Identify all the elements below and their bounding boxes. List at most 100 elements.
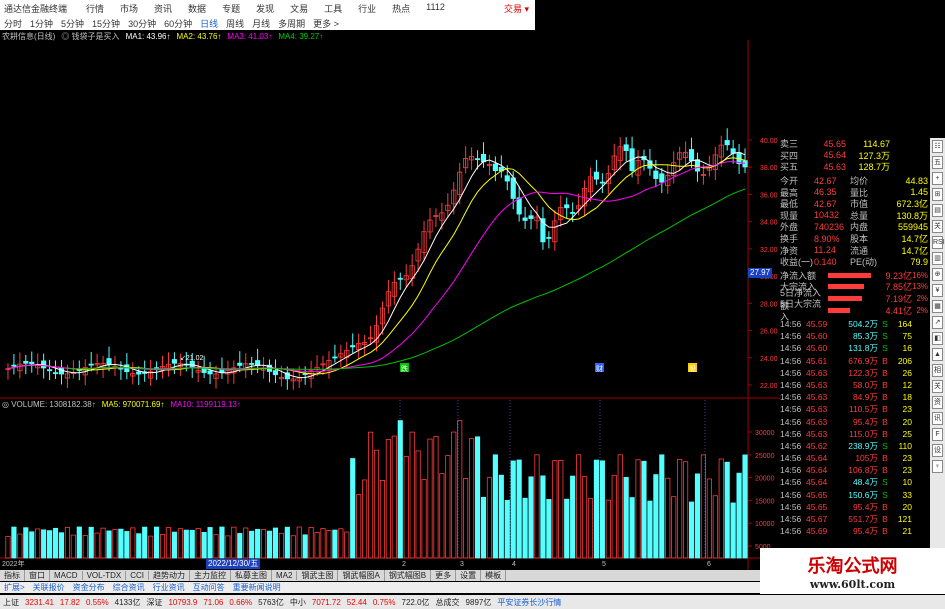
menu-item-0[interactable]: 行情 bbox=[78, 2, 112, 15]
volume-bar bbox=[694, 473, 701, 559]
toolbar-icon[interactable]: + bbox=[932, 172, 943, 185]
tab-12[interactable]: 更多 bbox=[431, 570, 457, 581]
toolbar-icon[interactable]: ¥ bbox=[932, 284, 943, 297]
period-0[interactable]: 分时 bbox=[0, 17, 26, 30]
volume-bar bbox=[421, 479, 427, 559]
toolbar-icon[interactable]: ▥ bbox=[932, 252, 943, 265]
toolbar-icon[interactable]: 相 bbox=[932, 364, 943, 377]
tab-7[interactable]: 私募主图 bbox=[231, 570, 273, 581]
tick-side: B bbox=[882, 501, 888, 512]
tab-8[interactable]: MA2 bbox=[272, 571, 298, 580]
tick-row: 14:56 45.63 58.0万 B 12 bbox=[780, 379, 930, 391]
period-3[interactable]: 15分钟 bbox=[88, 17, 124, 30]
tab-9[interactable]: 钢武主图 bbox=[297, 570, 339, 581]
candle-body bbox=[237, 362, 243, 366]
period-8[interactable]: 月线 bbox=[248, 17, 274, 30]
toolbar-icon[interactable]: 讯 bbox=[932, 412, 943, 425]
toolbar-icon[interactable]: 设 bbox=[932, 444, 943, 457]
title-bar: 通达信金融终端 行情 市场 资讯 数据 专题 发现 文易 工具 行业 热点 1112 交易 ▾ bbox=[0, 0, 535, 16]
toolbar-icon[interactable]: 五 bbox=[932, 156, 943, 169]
period-6[interactable]: 日线 bbox=[196, 17, 222, 30]
tick-price: 45.63 bbox=[806, 367, 828, 378]
status-item: 中小 bbox=[289, 597, 306, 607]
menu-item-10[interactable]: 1112 bbox=[418, 2, 453, 15]
toolbar-icon[interactable]: RSI bbox=[932, 236, 945, 249]
price-tick-label: 22.00 bbox=[760, 383, 778, 390]
subtab-5[interactable]: 互动问答 bbox=[189, 582, 229, 593]
tab-5[interactable]: 趋势动力 bbox=[149, 570, 191, 581]
volume-bar bbox=[712, 495, 718, 559]
toolbar-icon[interactable]: 关 bbox=[932, 380, 943, 393]
tick-side: S bbox=[882, 331, 888, 342]
toolbar-icon[interactable]: ▦ bbox=[932, 300, 943, 313]
volume-bar bbox=[504, 499, 510, 559]
volume-bar bbox=[683, 461, 689, 559]
volume-bar bbox=[266, 530, 273, 559]
subtab-2[interactable]: 资金分布 bbox=[69, 582, 109, 593]
tick-price: 45.59 bbox=[806, 319, 828, 329]
trade-button[interactable]: 交易 ▾ bbox=[504, 2, 535, 15]
menu-item-8[interactable]: 行业 bbox=[350, 2, 384, 15]
tab-11[interactable]: 钢式幅图B bbox=[385, 570, 432, 581]
menu-item-6[interactable]: 文易 bbox=[282, 2, 316, 15]
flow-bar bbox=[828, 307, 880, 313]
kline-chart[interactable]: 40.0038.0036.0034.0032.0030.0028.0026.00… bbox=[0, 40, 780, 570]
toolbar-icon[interactable]: ↗ bbox=[932, 316, 943, 329]
period-9[interactable]: 多周期 bbox=[274, 17, 309, 30]
volume-bar bbox=[94, 532, 100, 559]
volume-bar bbox=[326, 530, 332, 559]
subtab-6[interactable]: 重要新闻说明 bbox=[229, 582, 285, 593]
menu-item-4[interactable]: 专题 bbox=[214, 2, 248, 15]
subtab-1[interactable]: 关联报价 bbox=[29, 582, 69, 593]
toolbar-icon[interactable]: ◧ bbox=[932, 332, 943, 345]
tab-13[interactable]: 设置 bbox=[456, 570, 482, 581]
quote-row: 买五 45.63 128.7万 bbox=[780, 161, 930, 173]
tab-10[interactable]: 钢武幅图A bbox=[338, 570, 385, 581]
stat-value: 42.67 bbox=[814, 198, 837, 209]
period-5[interactable]: 60分钟 bbox=[160, 17, 196, 30]
menu-item-1[interactable]: 市场 bbox=[112, 2, 146, 15]
subtab-3[interactable]: 综合资讯 bbox=[109, 582, 149, 593]
toolbar-icon[interactable]: ♀ bbox=[932, 460, 943, 473]
tab-0[interactable]: 指标 bbox=[0, 570, 25, 581]
volume-bar bbox=[284, 526, 290, 559]
tab-6[interactable]: 主力监控 bbox=[190, 570, 232, 581]
toolbar-icon[interactable]: ⊕ bbox=[932, 268, 943, 281]
tab-14[interactable]: 模板 bbox=[481, 570, 507, 581]
period-2[interactable]: 5分钟 bbox=[57, 17, 88, 30]
tab-1[interactable]: 窗口 bbox=[25, 570, 50, 581]
tick-row: 14:56 45.60 131.8万 S 16 bbox=[780, 342, 930, 354]
tick-count: 20 bbox=[902, 416, 912, 427]
period-7[interactable]: 周线 bbox=[222, 17, 248, 30]
toolbar-icon[interactable]: ⊞ bbox=[932, 188, 943, 201]
tab-3[interactable]: VOL-TDX bbox=[83, 571, 127, 580]
tick-row: 14:56 45.67 551.7万 B 121 bbox=[780, 513, 930, 525]
period-4[interactable]: 30分钟 bbox=[124, 17, 160, 30]
subtab-0[interactable]: 扩展> bbox=[0, 582, 29, 593]
period-10[interactable]: 更多 > bbox=[309, 17, 343, 30]
period-1[interactable]: 1分钟 bbox=[26, 17, 57, 30]
menu-item-3[interactable]: 数据 bbox=[180, 2, 214, 15]
tick-volume: 95.4万 bbox=[852, 501, 878, 512]
price-tick-label: 36.00 bbox=[760, 192, 778, 199]
status-item: 5763亿 bbox=[258, 597, 284, 607]
volume-bar bbox=[70, 534, 76, 559]
toolbar-icon[interactable]: 关 bbox=[932, 220, 943, 233]
menu-item-2[interactable]: 资讯 bbox=[146, 2, 180, 15]
toolbar-icon[interactable]: ▲ bbox=[932, 348, 943, 361]
toolbar-icon[interactable]: ☷ bbox=[932, 140, 943, 153]
candle-body bbox=[724, 140, 730, 146]
subtab-4[interactable]: 行业资讯 bbox=[149, 582, 189, 593]
menu-item-7[interactable]: 工具 bbox=[316, 2, 350, 15]
volume-bar bbox=[457, 420, 463, 559]
toolbar-icon[interactable]: 资 bbox=[932, 396, 943, 409]
toolbar-icon[interactable]: F bbox=[932, 428, 943, 441]
candle-body bbox=[599, 181, 605, 184]
tab-2[interactable]: MACD bbox=[50, 571, 83, 580]
toolbar-icon[interactable]: ▤ bbox=[932, 204, 943, 217]
menu-item-5[interactable]: 发现 bbox=[248, 2, 282, 15]
tick-side: B bbox=[882, 526, 888, 537]
volume-bar bbox=[41, 529, 47, 559]
tab-4[interactable]: CCI bbox=[126, 571, 150, 580]
menu-item-9[interactable]: 热点 bbox=[384, 2, 418, 15]
